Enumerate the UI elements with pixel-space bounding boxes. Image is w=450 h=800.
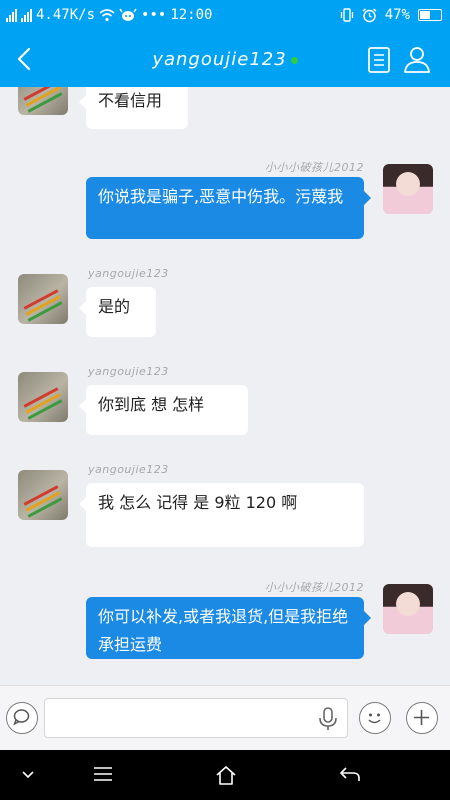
message-text: 是的 (98, 297, 131, 316)
message-bubble-outgoing[interactable]: 你说我是骗子,恶意中伤我。污蔑我 (86, 177, 371, 239)
message-bubble-outgoing[interactable]: 你可以补发,或者我退货,但是我拒绝承担运费 (86, 597, 371, 659)
battery-icon (418, 9, 442, 21)
microphone-icon[interactable] (316, 706, 340, 732)
message-sender: yangoujie123 (88, 365, 169, 378)
message-sender: 小小小破孩儿2012 (265, 581, 364, 594)
online-status-dot (290, 56, 298, 64)
message-sender: yangoujie123 (88, 463, 169, 476)
contact-avatar[interactable] (18, 372, 68, 422)
contact-name: yangoujie123 (152, 49, 287, 70)
message-bubble-incoming[interactable]: 你到底 想 怎样 (79, 385, 248, 435)
status-right: 47% (340, 7, 442, 23)
signal-icon-2 (21, 8, 32, 22)
message-text: 你说我是骗子,恶意中伤我。污蔑我 (98, 187, 344, 206)
collapse-chevron-icon[interactable] (20, 764, 36, 784)
message-sender: yangoujie123 (88, 267, 169, 280)
message-text: 不看信用 (98, 91, 163, 110)
message-bubble-incoming[interactable]: 是的 (79, 287, 156, 337)
chat-header: yangoujie123 (0, 32, 450, 87)
contact-avatar[interactable] (18, 274, 68, 324)
chat-log-icon[interactable] (366, 46, 392, 74)
battery-percent: 47% (384, 7, 410, 23)
contact-avatar[interactable] (18, 87, 68, 115)
message-bubble-incoming[interactable]: 不看信用 (79, 87, 188, 129)
clock: 12:00 (170, 7, 213, 23)
message-bubble-incoming[interactable]: 我 怎么 记得 是 9粒 120 啊 (79, 483, 364, 547)
voice-bubble-icon[interactable] (6, 702, 38, 734)
menu-icon[interactable] (92, 764, 114, 784)
person-icon[interactable] (402, 44, 432, 74)
status-bar: 4.47K/s ••• 12:00 47% (0, 0, 450, 32)
phone-vibrate-icon (340, 8, 353, 22)
message-text: 你可以补发,或者我退货,但是我拒绝承担运费 (98, 607, 349, 654)
status-left: 4.47K/s ••• 12:00 (6, 7, 212, 23)
plus-icon[interactable] (406, 702, 438, 734)
my-avatar[interactable] (383, 584, 433, 634)
status-dots: ••• (141, 7, 167, 23)
cow-icon (119, 8, 137, 21)
message-text: 你到底 想 怎样 (98, 395, 205, 414)
system-nav-bar (0, 750, 450, 800)
input-bar (0, 685, 450, 750)
network-speed: 4.47K/s (36, 7, 96, 23)
signal-icon (6, 8, 17, 22)
back-icon[interactable] (338, 764, 362, 784)
message-list[interactable]: 不看信用 小小小破孩儿2012 你说我是骗子,恶意中伤我。污蔑我 yangouj… (0, 87, 450, 685)
alarm-icon (362, 7, 377, 22)
message-text: 我 怎么 记得 是 9粒 120 啊 (98, 493, 298, 512)
contact-avatar[interactable] (18, 470, 68, 520)
home-icon[interactable] (214, 764, 238, 786)
message-input[interactable] (44, 698, 348, 738)
my-avatar[interactable] (383, 164, 433, 214)
message-sender: 小小小破孩儿2012 (265, 161, 364, 174)
emoji-icon[interactable] (359, 702, 391, 734)
wifi-icon (99, 8, 115, 21)
